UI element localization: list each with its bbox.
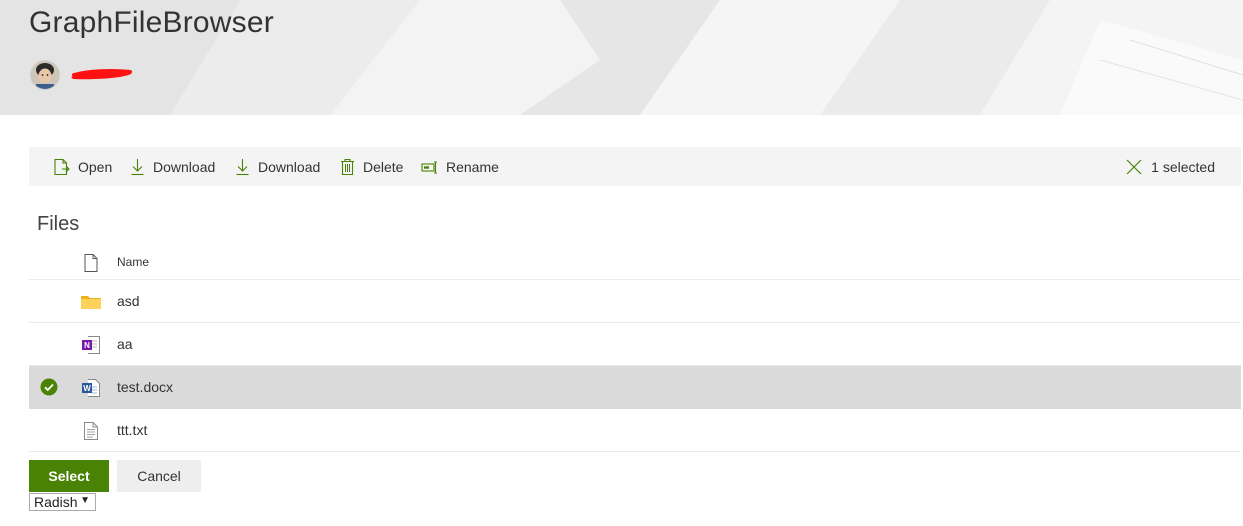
file-type-column-icon[interactable] [81, 253, 101, 273]
download-icon [131, 158, 144, 175]
rename-icon [421, 160, 437, 174]
download-button-2[interactable]: Download [235, 147, 320, 186]
text-file-icon [84, 422, 98, 440]
list-item[interactable]: ttt.txt [29, 409, 1241, 452]
close-icon [1126, 159, 1142, 174]
select-button[interactable]: Select [29, 460, 109, 492]
column-header-name[interactable]: Name [117, 241, 149, 283]
file-name: test.docx [117, 379, 174, 395]
folder-icon [81, 296, 101, 309]
files-title: Files [37, 213, 80, 235]
user-info [30, 60, 134, 90]
list-item[interactable]: asd [29, 280, 1241, 323]
list-header: Name [29, 241, 1241, 280]
download-label: Download [153, 158, 216, 175]
open-label: Open [78, 158, 113, 175]
header-banner: GraphFileBrowser [0, 0, 1243, 115]
open-file-icon [54, 158, 70, 175]
avatar-image [31, 61, 59, 89]
rename-label: Rename [446, 158, 499, 175]
checkmark-icon[interactable] [40, 378, 58, 396]
trash-icon [341, 158, 354, 175]
onenote-icon: N [82, 336, 100, 354]
clear-selection-button[interactable]: 1 selected [1126, 147, 1215, 186]
delete-button[interactable]: Delete [340, 147, 403, 186]
open-button[interactable]: Open [53, 147, 112, 186]
app-title: GraphFileBrowser [29, 6, 274, 39]
file-name: asd [117, 293, 140, 309]
cancel-button[interactable]: Cancel [117, 460, 201, 492]
list-item[interactable]: N aa [29, 323, 1241, 366]
download-label-2: Download [258, 158, 321, 175]
theme-select[interactable]: Radish ▼ [29, 493, 96, 511]
command-bar: Open Download Download Delete Rename 1 s… [29, 147, 1241, 186]
file-name: ttt.txt [117, 422, 148, 438]
redaction-mark [71, 69, 132, 80]
download-button[interactable]: Download [130, 147, 215, 186]
dropdown-arrow-icon: ▼ [80, 495, 90, 506]
avatar[interactable] [30, 60, 60, 90]
theme-select-value: Radish [34, 494, 78, 510]
svg-text:N: N [84, 341, 90, 350]
download-icon [236, 158, 249, 175]
file-list: Name asd N aa W test.docx ttt.txt [29, 241, 1241, 452]
rename-button[interactable]: Rename [421, 147, 499, 186]
file-name: aa [117, 336, 133, 352]
selection-count: 1 selected [1151, 158, 1215, 175]
svg-text:W: W [83, 384, 91, 393]
list-item[interactable]: W test.docx [29, 366, 1241, 409]
word-document-icon: W [82, 379, 100, 397]
delete-label: Delete [363, 158, 404, 175]
